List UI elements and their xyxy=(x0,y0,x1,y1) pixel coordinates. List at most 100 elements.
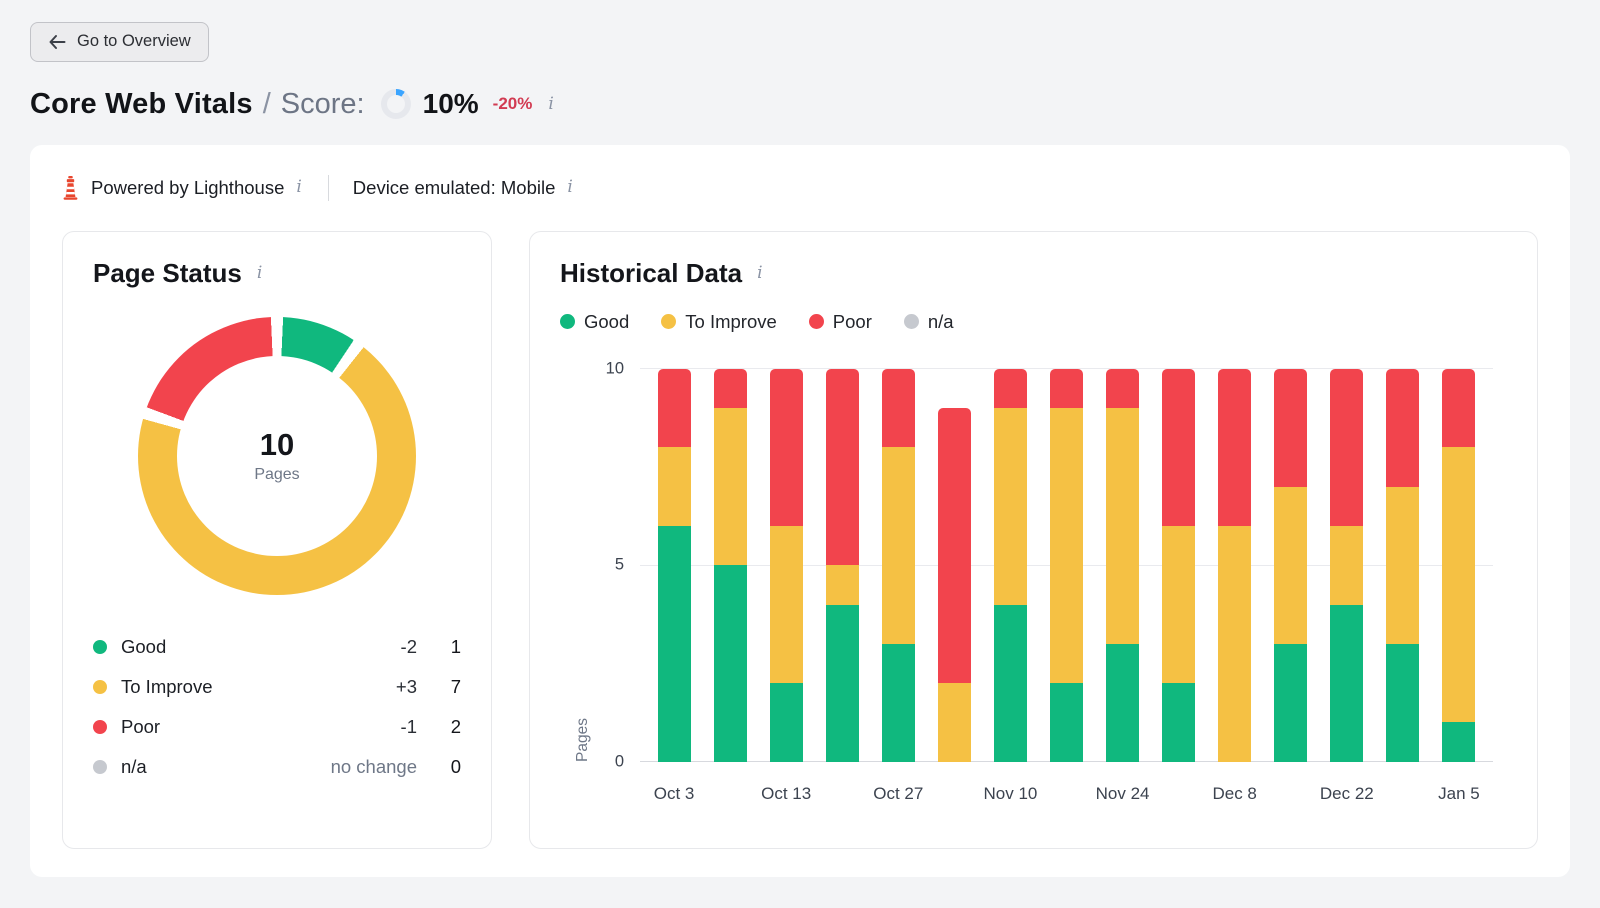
cards-row: Page Status i 10 Pages Good-21To Improve… xyxy=(62,231,1538,849)
powered-by-label: Powered by Lighthouse xyxy=(91,177,284,199)
score-label: Score: xyxy=(281,88,365,121)
arrow-left-icon xyxy=(48,34,66,50)
info-icon[interactable]: i xyxy=(755,265,764,282)
stacked-bar[interactable] xyxy=(1162,369,1195,762)
na-dot-icon xyxy=(93,760,107,774)
status-count: 1 xyxy=(417,636,461,658)
info-icon[interactable]: i xyxy=(565,179,574,196)
segment-to_improve xyxy=(938,683,971,762)
core-web-vitals-panel: Powered by Lighthouse i Device emulated:… xyxy=(30,145,1570,877)
segment-poor xyxy=(994,369,1027,408)
segment-to_improve xyxy=(1274,487,1307,644)
legend-item-to_improve[interactable]: To Improve xyxy=(661,311,777,333)
stacked-bar[interactable] xyxy=(1218,369,1251,762)
segment-to_improve xyxy=(882,447,915,644)
segment-good xyxy=(882,644,915,762)
x-tick-label: Dec 22 xyxy=(1320,784,1374,804)
info-icon[interactable]: i xyxy=(546,96,555,113)
segment-good xyxy=(1330,605,1363,762)
device-emulated-label: Device emulated: Mobile xyxy=(353,177,556,199)
segment-poor xyxy=(714,369,747,408)
segment-poor xyxy=(1218,369,1251,526)
stacked-bar[interactable] xyxy=(1106,369,1139,762)
segment-to_improve xyxy=(658,447,691,526)
x-tick-label: Dec 8 xyxy=(1212,784,1256,804)
page-title: Core Web Vitals xyxy=(30,88,253,121)
go-to-overview-button[interactable]: Go to Overview xyxy=(30,22,209,62)
score-donut xyxy=(381,89,411,119)
total-pages-value: 10 xyxy=(260,427,294,463)
status-delta: -1 xyxy=(401,716,417,738)
historical-title-row: Historical Data i xyxy=(560,258,1507,289)
stacked-bar[interactable] xyxy=(938,408,971,762)
back-button-label: Go to Overview xyxy=(77,32,191,52)
segment-to_improve xyxy=(1330,526,1363,605)
segment-good xyxy=(1106,644,1139,762)
segment-poor xyxy=(770,369,803,526)
page: Go to Overview Core Web Vitals / Score: … xyxy=(0,0,1600,899)
segment-poor xyxy=(882,369,915,448)
stacked-bar[interactable] xyxy=(1330,369,1363,762)
stacked-bar[interactable] xyxy=(714,369,747,762)
segment-good xyxy=(1386,644,1419,762)
page-status-title-row: Page Status i xyxy=(93,258,461,289)
status-count: 2 xyxy=(417,716,461,738)
good-dot-icon xyxy=(93,640,107,654)
donut-wrap: 10 Pages xyxy=(93,317,461,595)
total-pages-label: Pages xyxy=(254,466,299,484)
legend-item-na[interactable]: n/a xyxy=(904,311,954,333)
segment-poor xyxy=(1274,369,1307,487)
page-status-title: Page Status xyxy=(93,258,242,289)
historical-chart: Pages 0510 Oct 3Oct 13Oct 27Nov 10Nov 24… xyxy=(640,369,1493,804)
segment-to_improve xyxy=(1106,408,1139,644)
segment-to_improve xyxy=(770,526,803,683)
stacked-bar[interactable] xyxy=(994,369,1027,762)
legend-item-good[interactable]: Good xyxy=(560,311,629,333)
bars xyxy=(640,369,1493,762)
report-meta-row: Powered by Lighthouse i Device emulated:… xyxy=(62,175,1538,201)
segment-poor xyxy=(1386,369,1419,487)
score-delta: -20% xyxy=(493,94,533,114)
status-label: n/a xyxy=(121,756,331,778)
info-icon[interactable]: i xyxy=(255,265,264,282)
stacked-bar[interactable] xyxy=(658,369,691,762)
segment-good xyxy=(770,683,803,762)
y-tick-label: 10 xyxy=(606,359,624,378)
stacked-bar[interactable] xyxy=(770,369,803,762)
segment-poor xyxy=(1050,369,1083,408)
stacked-bar[interactable] xyxy=(826,369,859,762)
segment-poor xyxy=(1442,369,1475,448)
legend-item-poor[interactable]: Poor xyxy=(809,311,872,333)
x-tick-label: Nov 10 xyxy=(983,784,1037,804)
stacked-bar[interactable] xyxy=(1274,369,1307,762)
segment-good xyxy=(826,605,859,762)
legend-label: Poor xyxy=(833,311,872,333)
stacked-bar[interactable] xyxy=(1386,369,1419,762)
segment-poor xyxy=(938,408,971,683)
to_improve-dot-icon xyxy=(661,314,676,329)
stacked-bar[interactable] xyxy=(1442,369,1475,762)
status-legend-row: Good-21 xyxy=(93,627,461,667)
x-tick-label: Nov 24 xyxy=(1096,784,1150,804)
segment-good xyxy=(1050,683,1083,762)
y-axis-label: Pages xyxy=(574,369,592,762)
historical-data-card: Historical Data i GoodTo ImprovePoorn/a … xyxy=(529,231,1538,849)
x-axis-labels: Oct 3Oct 13Oct 27Nov 10Nov 24Dec 8Dec 22… xyxy=(640,784,1493,804)
segment-to_improve xyxy=(1050,408,1083,683)
legend-label: To Improve xyxy=(685,311,777,333)
page-status-donut: 10 Pages xyxy=(138,317,416,595)
segment-good xyxy=(1274,644,1307,762)
status-legend-row: To Improve+37 xyxy=(93,667,461,707)
segment-to_improve xyxy=(826,565,859,604)
to_improve-dot-icon xyxy=(93,680,107,694)
info-icon[interactable]: i xyxy=(294,179,303,196)
segment-poor xyxy=(826,369,859,566)
segment-to_improve xyxy=(1386,487,1419,644)
segment-good xyxy=(1442,722,1475,761)
stacked-bar[interactable] xyxy=(882,369,915,762)
status-delta: -2 xyxy=(401,636,417,658)
segment-to_improve xyxy=(714,408,747,565)
title-separator: / xyxy=(263,88,271,121)
status-label: Good xyxy=(121,636,401,658)
stacked-bar[interactable] xyxy=(1050,369,1083,762)
